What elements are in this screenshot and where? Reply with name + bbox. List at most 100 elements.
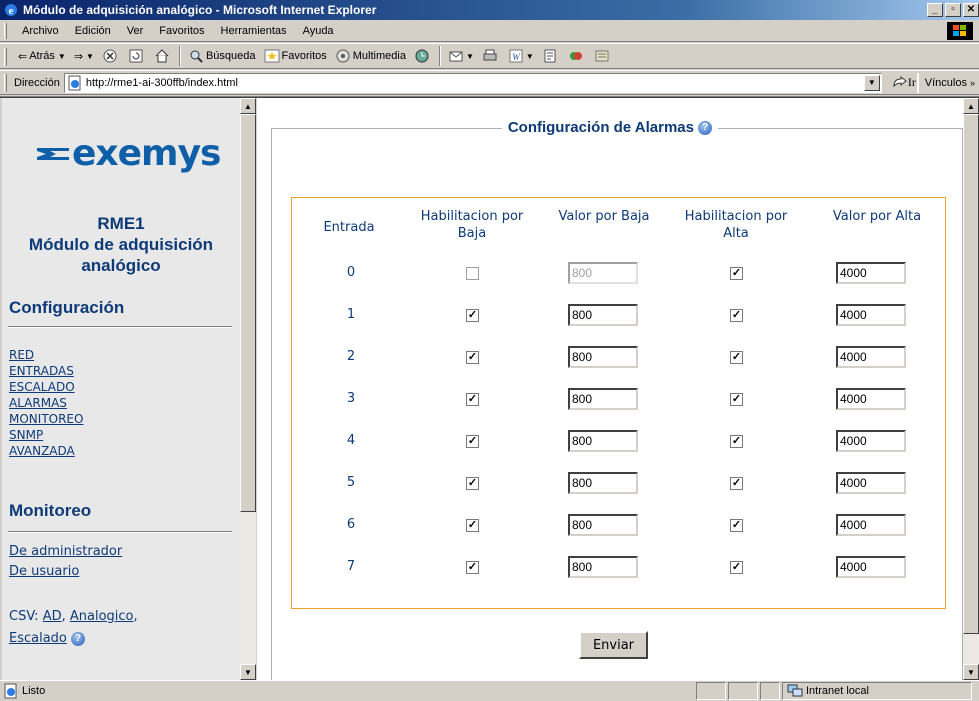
nav-link-admin-monitor[interactable]: De administrador [9, 542, 122, 562]
scroll-up-button[interactable]: ▲ [240, 98, 256, 114]
refresh-button[interactable] [124, 48, 150, 64]
scroll-down-button[interactable]: ▼ [963, 664, 979, 680]
stop-button[interactable] [98, 48, 124, 64]
high-enable-checkbox[interactable] [730, 393, 743, 406]
nav-link-escalado[interactable]: ESCALADO [9, 379, 83, 395]
low-enable-checkbox[interactable] [466, 393, 479, 406]
low-enable-checkbox[interactable] [466, 267, 479, 280]
high-enable-checkbox[interactable] [730, 267, 743, 280]
row-input-number: 2 [346, 349, 356, 364]
history-button[interactable] [410, 48, 436, 64]
low-value-input[interactable]: 800 [568, 472, 638, 494]
help-icon[interactable]: ? [71, 631, 86, 646]
go-button[interactable]: Ir [892, 75, 916, 90]
menu-archivo[interactable]: Archivo [14, 25, 67, 37]
brand-name: exemys [72, 133, 221, 174]
low-enable-checkbox[interactable] [466, 477, 479, 490]
low-value-input[interactable]: 800 [568, 346, 638, 368]
menu-favoritos[interactable]: Favoritos [151, 25, 212, 37]
low-enable-checkbox[interactable] [466, 351, 479, 364]
high-value-input[interactable]: 4000 [836, 430, 906, 452]
high-value-input[interactable]: 4000 [836, 514, 906, 536]
low-value-input[interactable]: 800 [568, 430, 638, 452]
high-value-input[interactable]: 4000 [836, 262, 906, 284]
close-button[interactable]: ✕ [963, 3, 979, 17]
menu-ver[interactable]: Ver [119, 25, 152, 37]
edit-word-button[interactable]: W ▼ [504, 48, 538, 64]
menu-edicion[interactable]: Edición [67, 25, 119, 37]
scroll-thumb[interactable] [963, 114, 979, 634]
row-input-number: 3 [346, 391, 356, 406]
favorites-button[interactable]: Favoritos [260, 48, 331, 64]
csv-link-escalado[interactable]: Escalado [9, 631, 67, 646]
main-frame-scrollbar[interactable]: ▲ ▼ [963, 98, 979, 680]
multimedia-label: Multimedia [352, 50, 406, 62]
messenger-button[interactable] [564, 48, 590, 64]
low-enable-checkbox[interactable] [466, 309, 479, 322]
minimize-button[interactable]: _ [927, 3, 943, 17]
left-frame-scrollbar[interactable]: ▲ ▼ [240, 98, 256, 680]
discuss-button[interactable] [538, 48, 564, 64]
csv-label: CSV: [9, 609, 39, 624]
nav-link-snmp[interactable]: SNMP [9, 427, 83, 443]
nav-link-alarmas[interactable]: ALARMAS [9, 395, 83, 411]
high-value-input[interactable]: 4000 [836, 388, 906, 410]
research-button[interactable] [590, 48, 616, 64]
links-button[interactable]: Vínculos » [916, 73, 979, 93]
mail-button[interactable]: ▼ [444, 48, 478, 64]
help-icon[interactable]: ? [698, 121, 713, 136]
scroll-up-button[interactable]: ▲ [963, 98, 979, 114]
multimedia-button[interactable]: Multimedia [331, 48, 410, 64]
high-value-input[interactable]: 4000 [836, 556, 906, 578]
links-label: Vínculos [924, 77, 967, 89]
favorites-label: Favoritos [281, 50, 327, 62]
nav-link-red[interactable]: RED [9, 347, 83, 363]
low-enable-checkbox[interactable] [466, 435, 479, 448]
nav-link-monitoreo[interactable]: MONITOREO [9, 411, 83, 427]
low-enable-checkbox[interactable] [466, 561, 479, 574]
low-value-input[interactable]: 800 [568, 388, 638, 410]
scroll-thumb[interactable] [240, 114, 256, 512]
back-button[interactable]: ⇐ Atrás ▼ [14, 50, 70, 63]
forward-button[interactable]: ⇒ ▼ [70, 50, 98, 63]
print-button[interactable] [478, 48, 504, 64]
main-content-frame: Configuración de Alarmas ? Entrada Habil… [257, 98, 979, 688]
high-enable-checkbox[interactable] [730, 477, 743, 490]
low-enable-checkbox[interactable] [466, 519, 479, 532]
scroll-down-button[interactable]: ▼ [240, 664, 256, 680]
toolbar-separator [438, 46, 441, 66]
low-value-input[interactable]: 800 [568, 514, 638, 536]
toolbar-separator [178, 46, 181, 66]
high-value-input[interactable]: 4000 [836, 472, 906, 494]
home-button[interactable] [150, 48, 176, 64]
address-dropdown-button[interactable]: ▼ [863, 74, 880, 91]
high-value-input[interactable]: 4000 [836, 346, 906, 368]
high-enable-checkbox[interactable] [730, 561, 743, 574]
high-enable-checkbox[interactable] [730, 519, 743, 532]
low-value-input[interactable]: 800 [568, 556, 638, 578]
maximize-button[interactable]: ▫ [945, 3, 961, 17]
toolbar-grip[interactable] [4, 48, 7, 66]
nav-link-entradas[interactable]: ENTRADAS [9, 363, 83, 379]
low-value-input[interactable]: 800 [568, 304, 638, 326]
high-enable-checkbox[interactable] [730, 351, 743, 364]
csv-link-ad[interactable]: AD [43, 609, 62, 624]
stop-icon [103, 49, 117, 63]
mail-icon [449, 51, 463, 62]
toolbar-grip[interactable] [4, 23, 7, 39]
high-enable-checkbox[interactable] [730, 309, 743, 322]
address-field[interactable]: http://rme1-ai-300ffb/index.html ▼ [63, 72, 882, 93]
nav-link-user-monitor[interactable]: De usuario [9, 562, 122, 582]
low-value-input[interactable]: 800 [568, 262, 638, 284]
menu-herramientas[interactable]: Herramientas [213, 25, 295, 37]
nav-link-avanzada[interactable]: AVANZADA [9, 443, 83, 459]
csv-link-analogico[interactable]: Analogico [70, 609, 134, 624]
menu-ayuda[interactable]: Ayuda [295, 25, 342, 37]
standard-toolbar: ⇐ Atrás ▼ ⇒ ▼ Búsqueda Favoritos Multime… [0, 43, 979, 69]
search-button[interactable]: Búsqueda [184, 48, 260, 64]
go-label: Ir [907, 75, 916, 89]
submit-button[interactable]: Enviar [579, 631, 648, 659]
high-value-input[interactable]: 4000 [836, 304, 906, 326]
high-enable-checkbox[interactable] [730, 435, 743, 448]
toolbar-grip[interactable] [4, 74, 7, 92]
